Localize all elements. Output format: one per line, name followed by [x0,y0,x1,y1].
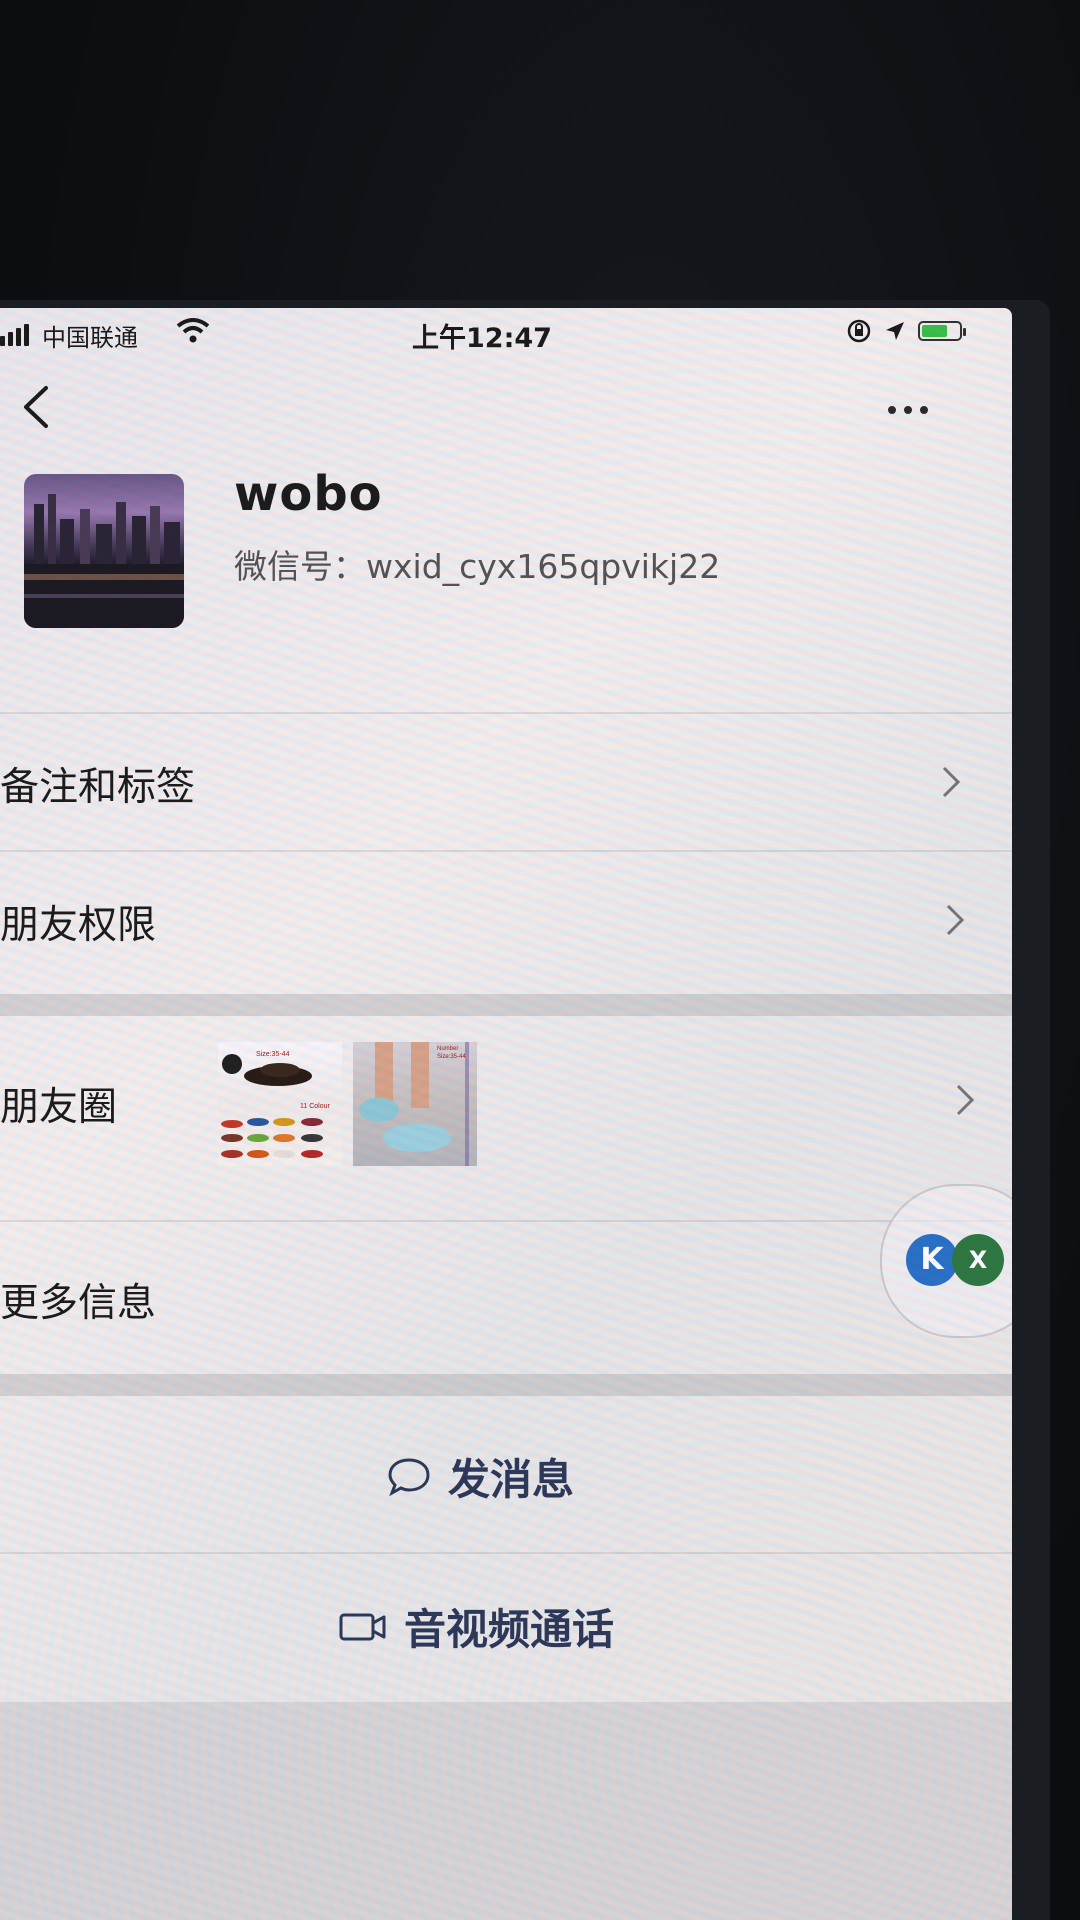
friend-permissions-row[interactable]: 朋友权限 [0,852,1012,988]
section-gap [0,1374,1012,1396]
remarks-tags-row[interactable]: 备注和标签 [0,714,1012,850]
video-call-label: 音视频通话 [404,1605,615,1654]
back-button[interactable] [16,380,56,434]
moments-label: 朋友圈 [0,1085,118,1130]
moments-thumbnail: Size:35-44 11 Colour [218,1042,342,1166]
thumb-colour-text: 11 Colour [300,1103,331,1110]
thumb-size-text: Size:35-44 [256,1051,290,1058]
video-call-content: 音视频通话 [338,1596,614,1657]
signal-icon [0,324,29,346]
send-message-content: 发消息 [386,1446,574,1507]
more-dots-icon [888,406,896,414]
video-camera-icon [339,1613,386,1640]
status-bar: 中国联通 上午12:47 [0,308,1012,358]
thumb-size-text: Size:35-44 [437,1054,466,1060]
moments-row[interactable]: 朋友圈 Size:35-44 11 Colour Number Size:35-… [0,1016,1012,1186]
status-time: 上午12:47 [412,323,552,354]
avatar-cityscape-image [24,494,184,628]
rotation-lock-icon [847,319,871,343]
phone-screen: 中国联通 上午12:47 wobo 微信号：wxid_cyx165qpvikj2… [0,308,1012,1920]
avatar[interactable] [24,474,184,628]
k-app-icon: K [906,1234,958,1286]
chevron-right-icon [956,1084,975,1116]
wechat-id: 微信号：wxid_cyx165qpvikj22 [234,547,721,586]
more-dot [904,406,912,414]
send-message-button[interactable]: 发消息 [0,1396,1012,1546]
chevron-right-icon [946,904,965,936]
shoes-photo-image: Number Size:35-44 [359,1042,469,1166]
chat-bubble-icon [388,1457,430,1496]
x-app-icon: X [952,1234,1004,1286]
status-icons [846,318,966,344]
profile-name: wobo [234,466,383,522]
friend-permissions-label: 朋友权限 [0,903,157,948]
more-button[interactable] [888,400,944,420]
carrier-name: 中国联通 [42,324,138,352]
location-icon [886,322,904,340]
battery-charging-icon [918,321,966,341]
video-call-button[interactable]: 音视频通话 [0,1546,1012,1696]
more-info-row[interactable]: 更多信息 [0,1222,1012,1364]
wifi-icon [176,318,210,343]
more-info-label: 更多信息 [0,1281,157,1326]
shoes-product-image: Size:35-44 11 Colour [221,1051,331,1158]
bottom-background [0,1702,1012,1920]
thumb-number-text: Number [437,1046,458,1052]
moments-thumbnail: Number Size:35-44 [353,1042,477,1166]
chevron-right-icon [942,766,961,798]
remarks-tags-label: 备注和标签 [0,765,196,810]
send-message-label: 发消息 [448,1455,575,1504]
chevron-left-icon [24,386,48,428]
section-gap [0,994,1012,1016]
more-dot [920,406,928,414]
